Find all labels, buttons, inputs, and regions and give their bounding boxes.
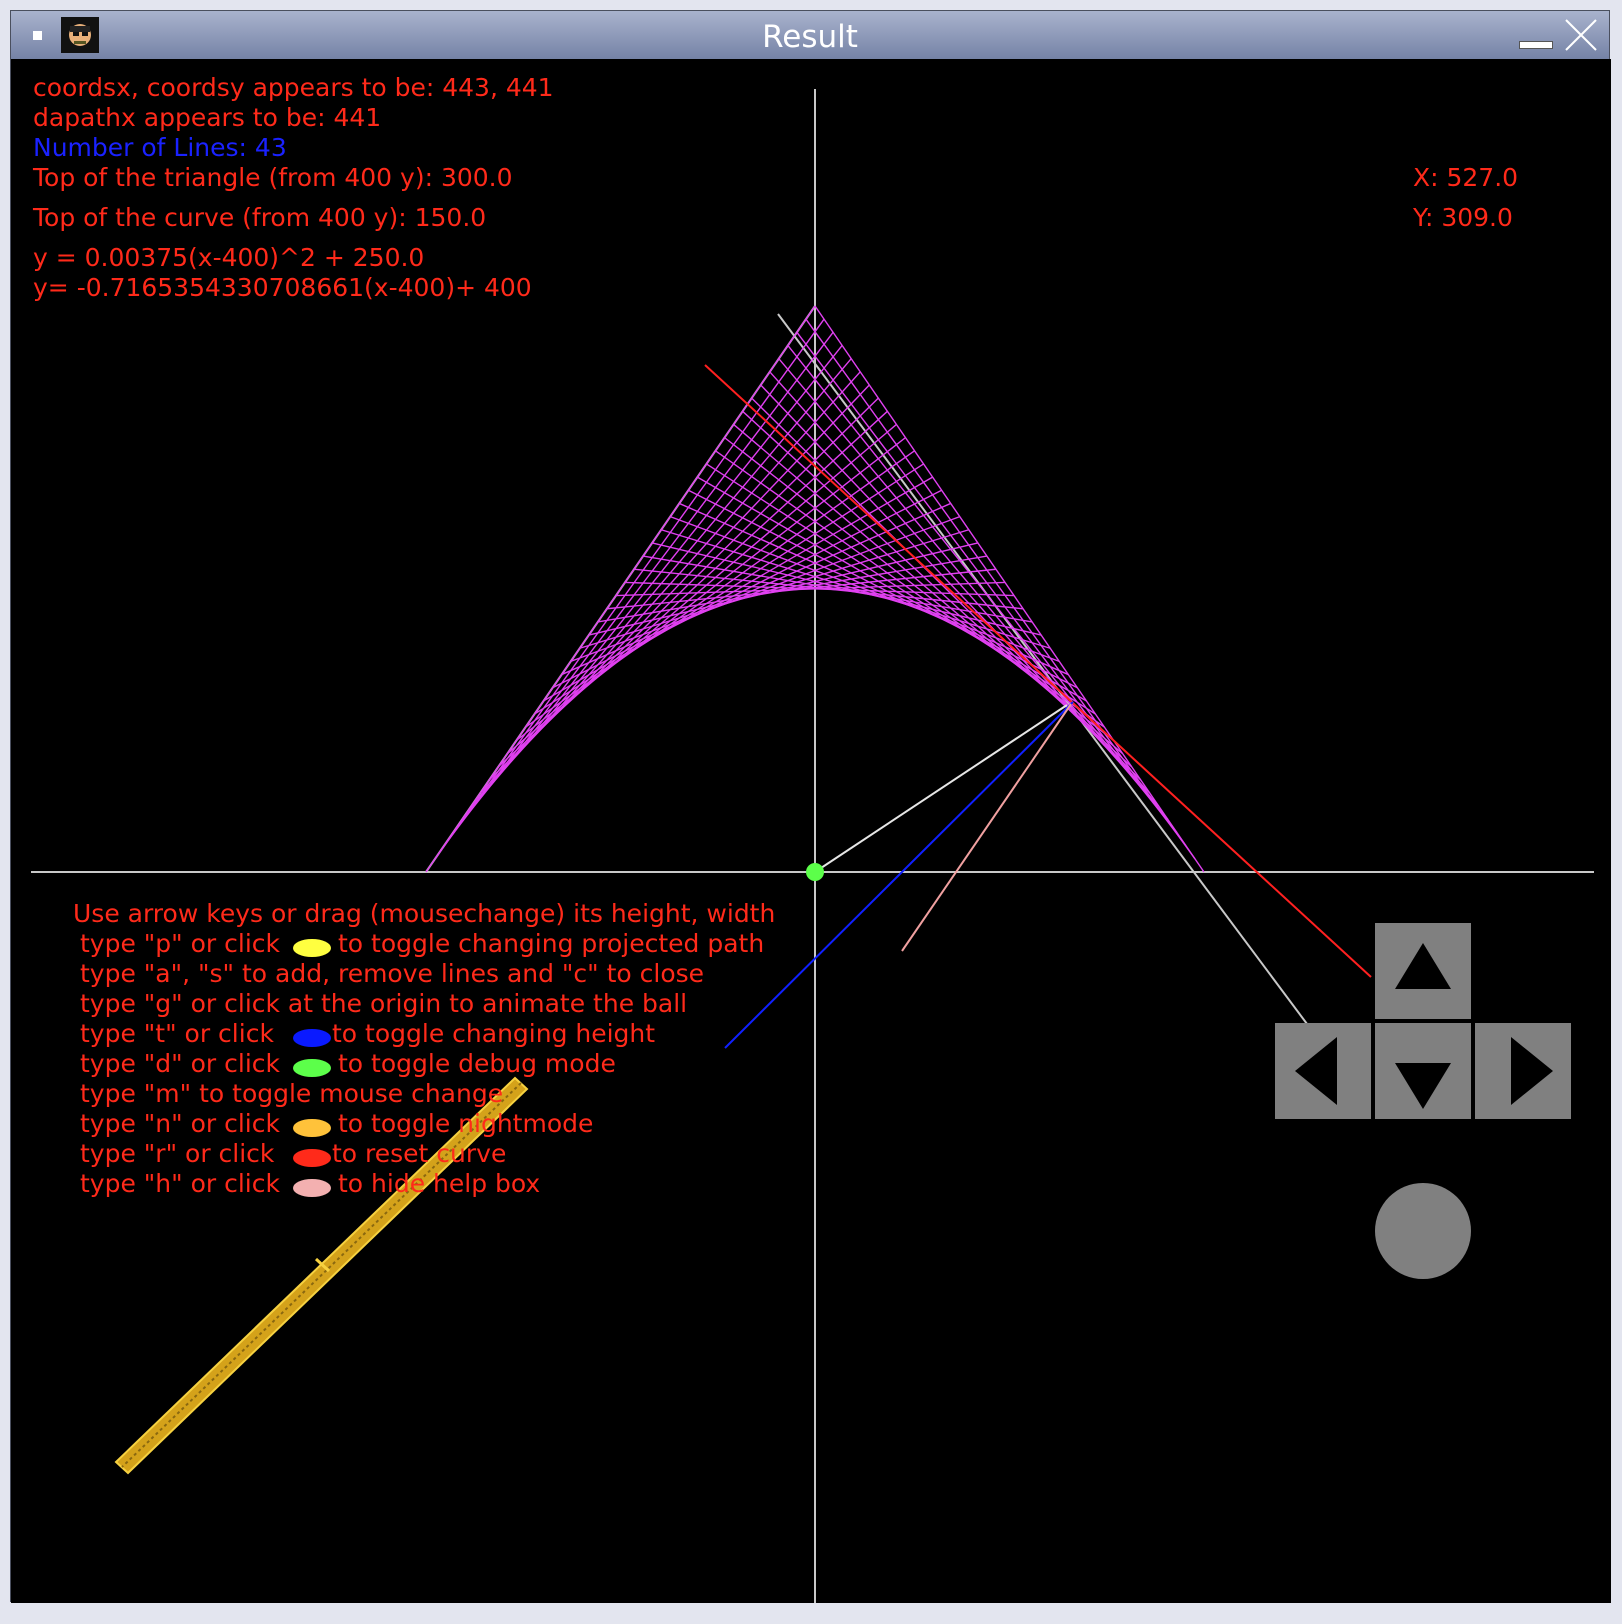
help-item-m: type "m" to toggle mouse change	[80, 1079, 504, 1108]
arrow-up-icon	[1395, 943, 1451, 989]
close-icon[interactable]	[1563, 17, 1599, 53]
help-item-r-desc: to reset curve	[332, 1139, 507, 1168]
projection-white	[814, 704, 1068, 873]
help-item-p-desc: to toggle changing projected path	[338, 929, 765, 958]
dapath-readout: dapathx appears to be: 441	[33, 103, 382, 132]
toggle-path-swatch[interactable]	[293, 939, 331, 957]
up-button[interactable]	[1375, 923, 1471, 1019]
arrow-right-icon	[1511, 1037, 1553, 1105]
arrow-left-icon	[1295, 1037, 1337, 1105]
help-item-n-desc: to toggle nightmode	[338, 1109, 594, 1138]
help-item-as: type "a", "s" to add, remove lines and "…	[80, 959, 705, 988]
help-item-h-desc: to hide help box	[338, 1169, 541, 1198]
parabola-equation: y = 0.00375(x-400)^2 + 250.0	[33, 243, 425, 272]
lines-count-readout: Number of Lines: 43	[33, 133, 287, 162]
toggle-nightmode-swatch[interactable]	[293, 1119, 331, 1137]
down-button[interactable]	[1375, 1023, 1471, 1119]
help-item-d: type "d" or click	[80, 1049, 280, 1078]
projection-pink	[901, 703, 1072, 952]
right-button[interactable]	[1475, 1023, 1571, 1119]
tangent-line	[704, 364, 1372, 978]
help-item-t-desc: to toggle changing height	[332, 1019, 656, 1048]
help-item-n: type "n" or click	[80, 1109, 280, 1138]
toggle-height-swatch[interactable]	[293, 1029, 331, 1047]
reset-curve-swatch[interactable]	[293, 1149, 331, 1167]
tangent-equation: y= -0.7165354330708661(x-400)+ 400	[33, 273, 532, 302]
triangle-top-readout: Top of the triangle (from 400 y): 300.0	[33, 163, 513, 192]
arrow-down-icon	[1395, 1063, 1451, 1109]
minimize-button[interactable]	[1519, 41, 1553, 49]
left-button[interactable]	[1275, 1023, 1371, 1119]
window-title: Result	[762, 19, 858, 55]
help-item-r: type "r" or click	[80, 1139, 275, 1168]
circle-action-button[interactable]	[1375, 1183, 1471, 1279]
toggle-debug-swatch[interactable]	[293, 1059, 331, 1077]
projection-blue	[724, 701, 1074, 1049]
help-intro: Use arrow keys or drag (mousechange) its…	[73, 899, 776, 928]
drawing-canvas[interactable]: coordsx, coordsy appears to be: 443, 441…	[11, 59, 1611, 1603]
mouse-x-readout: X: 527.0	[1413, 163, 1519, 192]
result-window: Result coordsx, coordsy appears to be: 4…	[10, 10, 1611, 1603]
help-item-g: type "g" or click at the origin to anima…	[80, 989, 688, 1018]
help-item-p: type "p" or click	[80, 929, 280, 958]
mouse-y-readout: Y: 309.0	[1413, 203, 1513, 232]
triangle-right-side	[777, 313, 1314, 1033]
ball	[806, 863, 824, 881]
help-item-t: type "t" or click	[80, 1019, 274, 1048]
help-item-d-desc: to toggle debug mode	[338, 1049, 616, 1078]
help-item-h: type "h" or click	[80, 1169, 280, 1198]
curve-top-readout: Top of the curve (from 400 y): 150.0	[33, 203, 487, 232]
coords-readout: coordsx, coordsy appears to be: 443, 441	[33, 73, 554, 102]
title-bar[interactable]: Result	[11, 11, 1609, 60]
hide-help-swatch[interactable]	[293, 1179, 331, 1197]
